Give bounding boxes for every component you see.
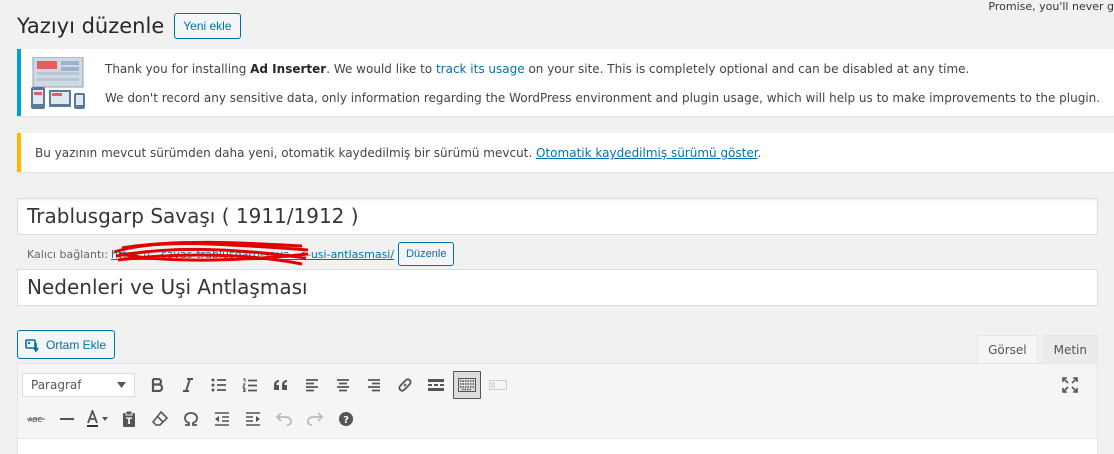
notice-line-1: Thank you for installing Ad Inserter. We… (105, 62, 970, 76)
permalink-url[interactable]: https://...savas-trablusgarp-sava...e-us… (111, 248, 394, 261)
bold-icon[interactable] (143, 371, 171, 399)
tab-text[interactable]: Metin (1042, 335, 1098, 364)
autosave-notice: Bu yazının mevcut sürümden daha yeni, ot… (17, 133, 1114, 172)
editor: Paragraf ABC T ? (17, 363, 1098, 454)
keyboard-shortcuts-icon[interactable]: ? (332, 405, 360, 433)
indent-icon[interactable] (239, 405, 267, 433)
edit-slug-button[interactable]: Düzenle (398, 242, 455, 266)
insert-link-icon[interactable] (391, 371, 419, 399)
page-title: Yazıyı düzenle (17, 14, 165, 38)
format-select-value: Paragraf (31, 378, 82, 392)
ad-inserter-icon[interactable] (484, 371, 512, 399)
editor-tabs: Görsel Metin (972, 335, 1098, 364)
paste-as-text-icon[interactable]: T (115, 405, 143, 433)
toolbar-toggle-icon[interactable] (453, 371, 481, 399)
text-color-icon[interactable] (84, 405, 112, 433)
numbered-list-icon[interactable] (236, 371, 264, 399)
add-media-label: Ortam Ekle (46, 337, 107, 352)
align-center-icon[interactable] (329, 371, 357, 399)
special-character-icon[interactable] (177, 405, 205, 433)
fullscreen-icon[interactable] (1056, 371, 1084, 399)
top-right-quote: Promise, you'll never g (988, 0, 1114, 13)
horizontal-line-icon[interactable] (53, 405, 81, 433)
tab-visual[interactable]: Görsel (977, 335, 1038, 364)
editor-toolbar: Paragraf ABC T ? (18, 364, 1097, 439)
strikethrough-icon[interactable]: ABC (22, 405, 50, 433)
permalink-row: Kalıcı bağlantı: https://...savas-trablu… (27, 242, 455, 266)
devices-illustration-icon (31, 57, 85, 109)
format-select[interactable]: Paragraf (22, 373, 135, 397)
align-left-icon[interactable] (298, 371, 326, 399)
svg-text:T: T (126, 417, 133, 427)
media-icon (25, 338, 39, 352)
align-right-icon[interactable] (360, 371, 388, 399)
view-autosave-link[interactable]: Otomatik kaydedilmiş sürümü göster (536, 146, 758, 160)
undo-icon[interactable] (270, 405, 298, 433)
notice-line-2: We don't record any sensitive data, only… (105, 91, 1101, 105)
track-usage-link[interactable]: track its usage (436, 62, 525, 76)
blockquote-icon[interactable] (267, 371, 295, 399)
italic-icon[interactable] (174, 371, 202, 399)
permalink-label: Kalıcı bağlantı: (27, 247, 109, 261)
redo-icon[interactable] (301, 405, 329, 433)
outdent-icon[interactable] (208, 405, 236, 433)
post-title-input[interactable]: Trablusgarp Savaşı ( 1911/1912 ) (17, 198, 1098, 235)
read-more-icon[interactable] (422, 371, 450, 399)
subtitle-input[interactable]: Nedenleri ve Uşi Antlaşması (17, 269, 1098, 306)
toolbar-row-2: ABC T ? (22, 405, 363, 433)
caret-down-icon (117, 382, 126, 388)
svg-text:ABC: ABC (28, 416, 42, 424)
clear-formatting-icon[interactable] (146, 405, 174, 433)
bulleted-list-icon[interactable] (205, 371, 233, 399)
ad-inserter-notice: Thank you for installing Ad Inserter. We… (17, 49, 1114, 116)
page-header: Yazıyı düzenle Yeni ekle (17, 13, 241, 39)
add-media-button[interactable]: Ortam Ekle (17, 330, 116, 359)
add-new-button[interactable]: Yeni ekle (174, 13, 241, 39)
toolbar-row-1: Paragraf (22, 371, 515, 399)
svg-text:?: ? (343, 415, 349, 426)
